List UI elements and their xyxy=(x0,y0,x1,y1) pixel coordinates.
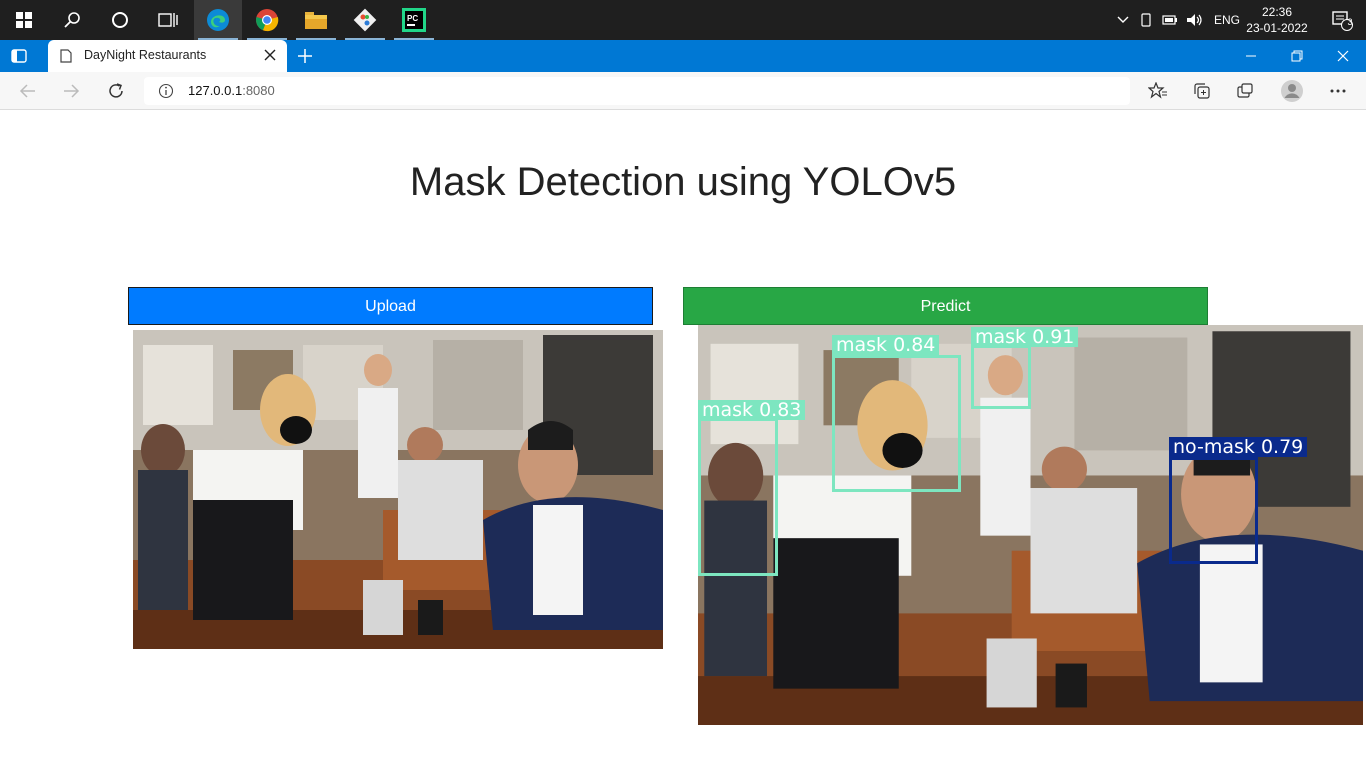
git-icon[interactable] xyxy=(341,0,389,40)
upload-button[interactable]: Upload xyxy=(128,287,653,325)
clock[interactable]: 22:36 23-01-2022 xyxy=(1246,4,1308,36)
close-tab-icon[interactable] xyxy=(263,48,277,62)
url-text: 127.0.0.1:8080 xyxy=(188,83,275,98)
battery-icon[interactable] xyxy=(1158,15,1182,25)
page-title: Mask Detection using YOLOv5 xyxy=(409,160,957,204)
windows-taskbar: PC ENG 22:36 23-01-2022 3 xyxy=(0,0,1366,40)
notification-center-icon[interactable]: 3 xyxy=(1318,0,1366,40)
detection-label: mask 0.83 xyxy=(698,400,806,420)
extensions-icon[interactable] xyxy=(1230,76,1260,106)
url-host: 127.0.0.1 xyxy=(188,83,243,98)
svg-text:PC: PC xyxy=(407,14,418,23)
system-tray: ENG xyxy=(1112,0,1240,40)
refresh-icon[interactable] xyxy=(101,76,131,106)
detection-box-mask xyxy=(832,355,961,492)
prediction-image: mask 0.83 mask 0.84 mask 0.91 no-mask 0.… xyxy=(698,325,1363,725)
detection-box-mask xyxy=(971,345,1031,409)
restore-icon[interactable] xyxy=(1274,40,1320,72)
forward-icon[interactable] xyxy=(56,76,86,106)
windows-start-icon[interactable] xyxy=(0,0,48,40)
detection-box-mask xyxy=(698,418,778,576)
minimize-icon[interactable] xyxy=(1228,40,1274,72)
edge-icon[interactable] xyxy=(194,0,242,40)
address-bar[interactable]: 127.0.0.1:8080 xyxy=(144,77,1130,105)
new-tab-icon[interactable] xyxy=(296,47,314,70)
cortana-icon[interactable] xyxy=(96,0,144,40)
phone-icon[interactable] xyxy=(1134,13,1158,27)
detection-label: mask 0.84 xyxy=(832,335,940,355)
more-options-icon[interactable] xyxy=(1323,76,1353,106)
task-view-icon[interactable] xyxy=(144,0,192,40)
tab-actions-icon[interactable] xyxy=(10,47,28,70)
profile-avatar[interactable] xyxy=(1277,76,1307,106)
browser-tab[interactable]: DayNight Restaurants xyxy=(48,40,287,72)
favorites-icon[interactable] xyxy=(1143,76,1173,106)
pycharm-icon[interactable]: PC xyxy=(390,0,438,40)
notification-count-badge: 3 xyxy=(1347,17,1353,27)
url-port: :8080 xyxy=(242,83,275,98)
detection-box-no-mask xyxy=(1169,457,1258,564)
detection-label: mask 0.91 xyxy=(971,327,1079,347)
clock-time: 22:36 xyxy=(1261,5,1293,19)
volume-icon[interactable] xyxy=(1182,13,1208,27)
file-explorer-icon[interactable] xyxy=(292,0,340,40)
tab-title: DayNight Restaurants xyxy=(84,48,207,62)
close-window-icon[interactable] xyxy=(1320,40,1366,72)
language-indicator[interactable]: ENG xyxy=(1214,13,1240,27)
uploaded-image xyxy=(133,330,663,649)
back-icon[interactable] xyxy=(13,76,43,106)
clock-date: 23-01-2022 xyxy=(1246,21,1308,35)
info-icon[interactable] xyxy=(158,83,174,104)
predict-button[interactable]: Predict xyxy=(683,287,1208,325)
search-icon[interactable] xyxy=(48,0,96,40)
detection-label: no-mask 0.79 xyxy=(1169,437,1308,457)
chevron-up-icon[interactable] xyxy=(1112,16,1134,24)
page-icon xyxy=(60,49,72,68)
chrome-icon[interactable] xyxy=(243,0,291,40)
collections-icon[interactable] xyxy=(1187,76,1217,106)
